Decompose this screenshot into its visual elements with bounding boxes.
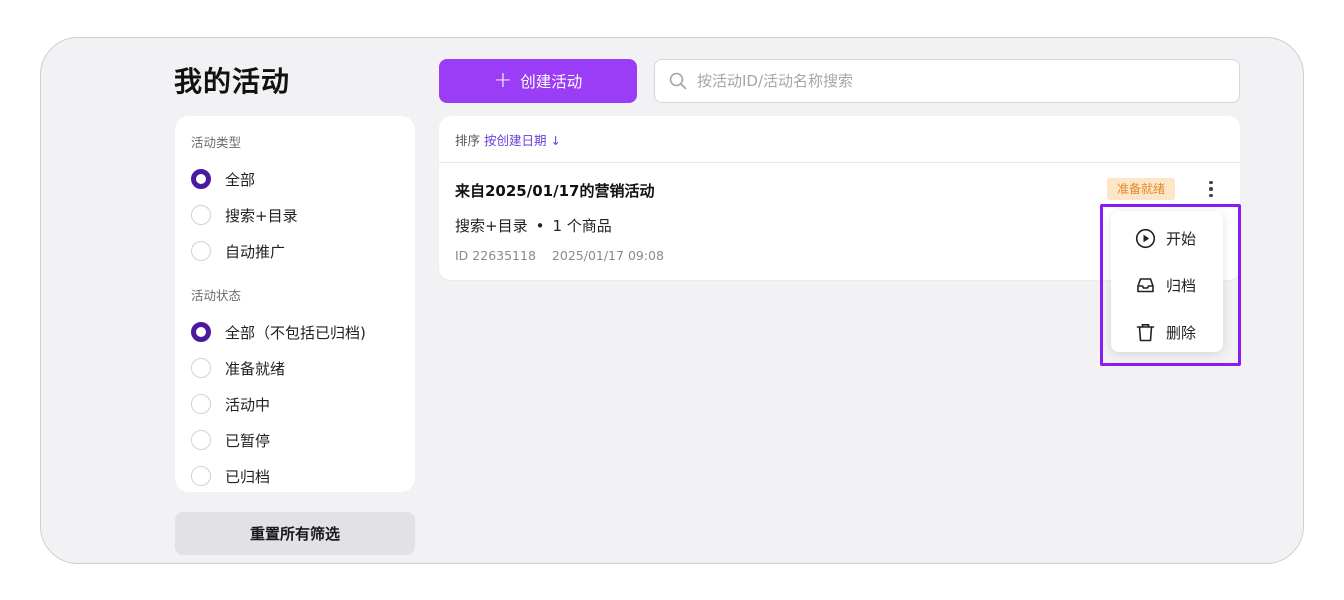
menu-item-delete[interactable]: 删除 — [1111, 309, 1223, 356]
radio-checked-icon[interactable] — [191, 322, 211, 342]
filter-type-all[interactable]: 全部 — [191, 161, 399, 197]
filter-status-archived[interactable]: 已归档 — [191, 458, 399, 494]
radio-unchecked-icon[interactable] — [191, 394, 211, 414]
filter-type-auto-promo[interactable]: 自动推广 — [191, 233, 399, 269]
campaign-meta: 搜索+目录 • 1 个商品 — [455, 215, 1224, 236]
campaign-products: 1 个商品 — [552, 217, 612, 235]
filter-group-label-type: 活动类型 — [191, 135, 242, 150]
create-campaign-label: 创建活动 — [520, 73, 583, 91]
filter-option-label: 已归档 — [225, 467, 271, 486]
filter-option-label: 活动中 — [225, 395, 271, 414]
filter-status-paused[interactable]: 已暂停 — [191, 422, 399, 458]
campaign-type: 搜索+目录 — [455, 217, 528, 235]
more-options-icon[interactable] — [1203, 176, 1219, 202]
radio-unchecked-icon[interactable] — [191, 358, 211, 378]
campaign-date: 2025/01/17 09:08 — [551, 248, 664, 263]
filter-option-label: 搜索+目录 — [225, 206, 298, 225]
status-badge: 准备就绪 — [1107, 178, 1176, 200]
sort-bar: 排序 按创建日期 ↓ — [439, 116, 1240, 163]
radio-unchecked-icon[interactable] — [191, 241, 211, 261]
filter-status-active[interactable]: 活动中 — [191, 386, 399, 422]
trash-icon — [1136, 324, 1155, 342]
radio-checked-icon[interactable] — [191, 169, 211, 189]
menu-item-label: 开始 — [1166, 230, 1197, 248]
filter-panel: 活动类型 全部 搜索+目录 自动推广 活动状态 全部（不包括已归档) 准备就绪 … — [175, 116, 415, 492]
filter-status-ready[interactable]: 准备就绪 — [191, 350, 399, 386]
archive-icon — [1137, 278, 1154, 293]
filter-type-search-catalog[interactable]: 搜索+目录 — [191, 197, 399, 233]
reset-filters-button[interactable]: 重置所有筛选 — [175, 512, 415, 555]
search-input[interactable] — [697, 60, 1239, 102]
create-campaign-button[interactable]: + 创建活动 — [439, 59, 637, 103]
radio-unchecked-icon[interactable] — [191, 466, 211, 486]
campaign-sub: ID 22635118 2025/01/17 09:08 — [455, 248, 1224, 263]
sort-dropdown[interactable]: 按创建日期 ↓ — [484, 130, 561, 149]
sort-label: 排序 — [455, 132, 481, 148]
meta-separator: • — [535, 217, 545, 235]
search-box[interactable] — [654, 59, 1240, 103]
plus-icon: + — [493, 68, 513, 93]
search-icon — [669, 72, 687, 90]
page-title: 我的活动 — [174, 65, 291, 98]
context-menu: 开始 归档 删除 — [1111, 211, 1223, 352]
filter-group-label-status: 活动状态 — [191, 288, 242, 303]
menu-item-label: 删除 — [1166, 324, 1197, 342]
filter-option-label: 自动推广 — [225, 242, 286, 261]
filter-option-label: 全部（不包括已归档) — [225, 323, 366, 342]
filter-option-label: 已暂停 — [225, 431, 271, 450]
campaign-id: ID 22635118 — [455, 248, 536, 263]
play-icon — [1135, 228, 1156, 249]
filter-option-label: 准备就绪 — [225, 359, 286, 378]
app-frame: 我的活动 活动类型 全部 搜索+目录 自动推广 活动状态 全部（不包括已归档) … — [40, 37, 1304, 564]
menu-item-start[interactable]: 开始 — [1111, 215, 1223, 262]
radio-unchecked-icon[interactable] — [191, 205, 211, 225]
filter-option-label: 全部 — [225, 170, 256, 189]
menu-item-archive[interactable]: 归档 — [1111, 262, 1223, 309]
menu-item-label: 归档 — [1166, 277, 1197, 295]
filter-status-all[interactable]: 全部（不包括已归档) — [191, 314, 399, 350]
radio-unchecked-icon[interactable] — [191, 430, 211, 450]
